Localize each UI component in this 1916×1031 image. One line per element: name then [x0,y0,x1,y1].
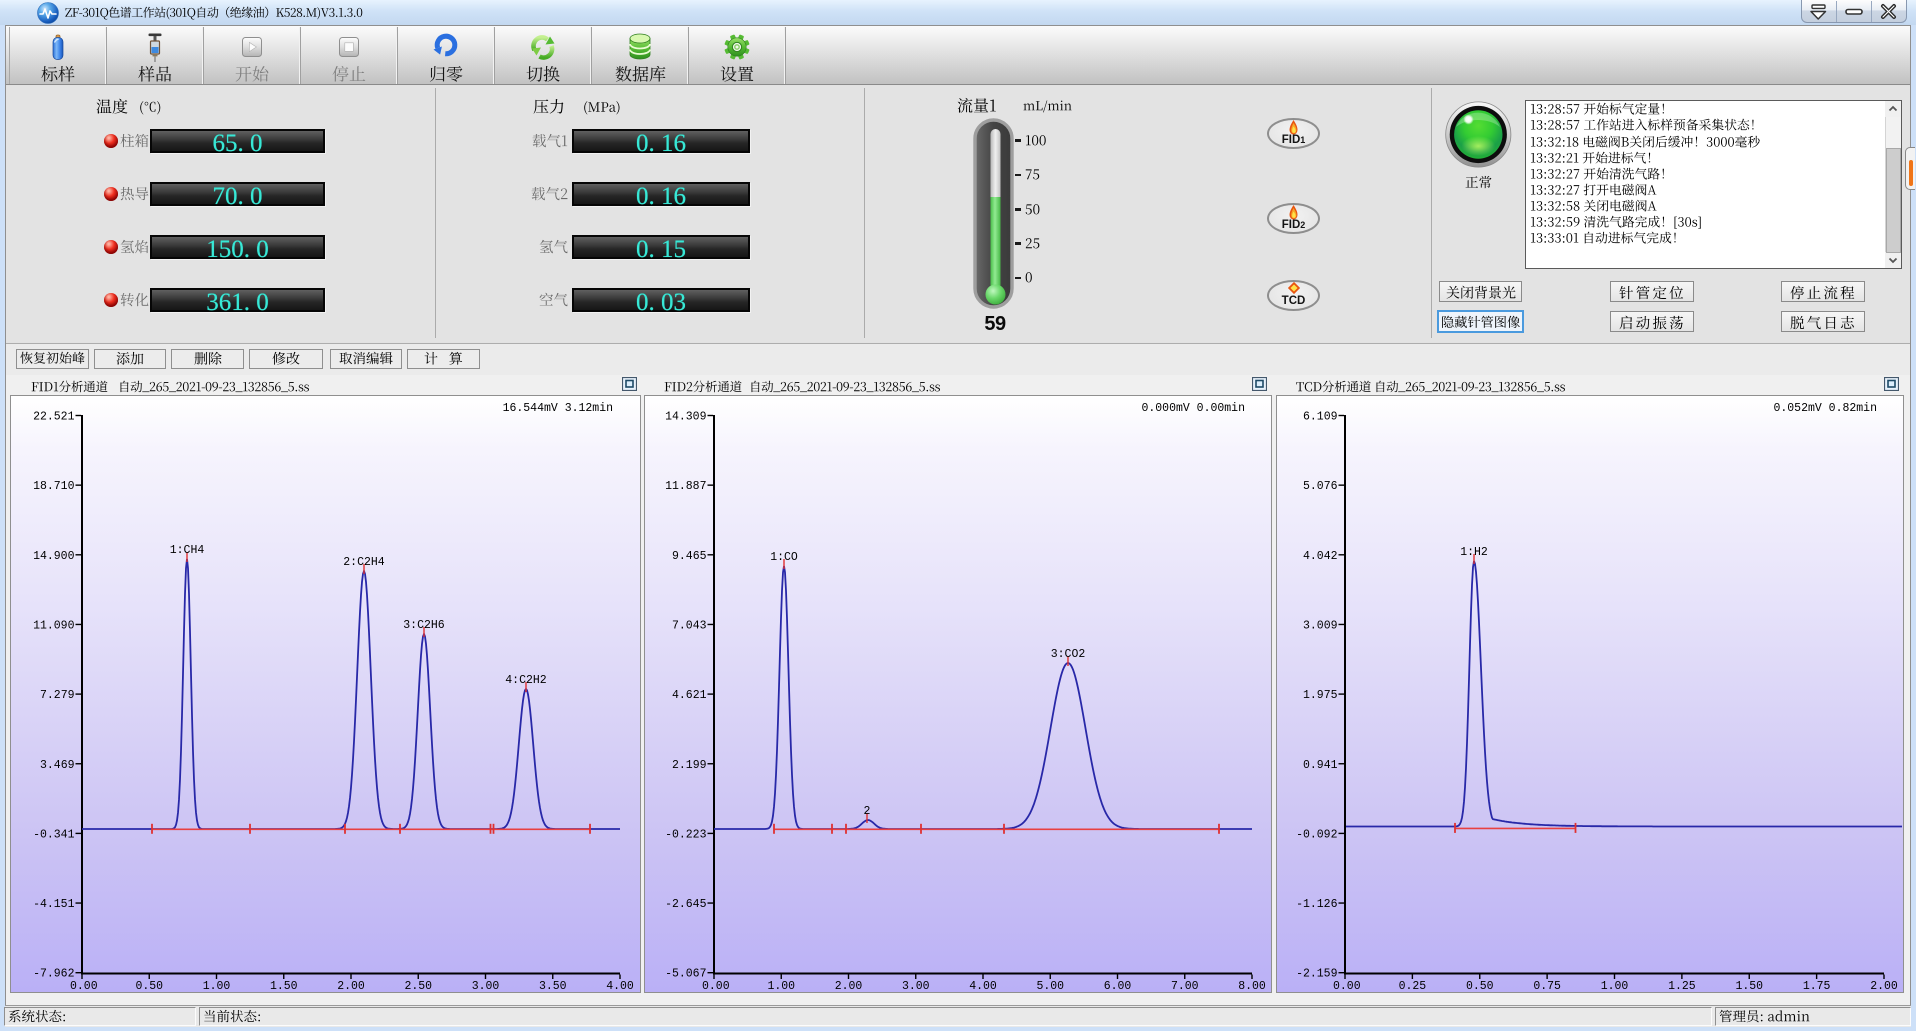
svg-text:2: 2 [864,805,871,818]
svg-text:3.50: 3.50 [539,980,567,993]
svg-text:7.279: 7.279 [40,689,75,702]
svg-text:5.00: 5.00 [1036,980,1064,993]
svg-text:1:CH4: 1:CH4 [170,544,205,557]
svg-text:3:CO2: 3:CO2 [1051,648,1086,661]
svg-text:16.544mV 3.12min: 16.544mV 3.12min [503,402,613,415]
svg-text:6.00: 6.00 [1104,980,1132,993]
svg-text:6.109: 6.109 [1303,411,1338,424]
svg-text:2.00: 2.00 [337,980,365,993]
svg-text:1.00: 1.00 [1601,980,1629,993]
svg-text:-1.126: -1.126 [1296,898,1338,911]
svg-text:22.521: 22.521 [33,411,75,424]
svg-text:-2.645: -2.645 [665,898,707,911]
svg-text:0.941: 0.941 [1303,759,1338,772]
svg-text:0.00: 0.00 [1333,980,1361,993]
svg-text:3.00: 3.00 [472,980,500,993]
svg-text:3:C2H6: 3:C2H6 [403,619,445,632]
svg-text:-2.159: -2.159 [1296,968,1338,981]
svg-text:4.042: 4.042 [1303,550,1338,563]
svg-text:2:C2H4: 2:C2H4 [343,556,385,569]
svg-text:1.975: 1.975 [1303,689,1338,702]
svg-text:0.052mV 0.82min: 0.052mV 0.82min [1773,402,1877,415]
svg-text:5.076: 5.076 [1303,480,1338,493]
svg-text:0.00: 0.00 [702,980,730,993]
svg-text:1.00: 1.00 [767,980,795,993]
svg-text:1.75: 1.75 [1803,980,1831,993]
svg-text:2.00: 2.00 [835,980,863,993]
svg-text:3.009: 3.009 [1303,619,1338,632]
svg-text:7.00: 7.00 [1171,980,1199,993]
svg-text:0.50: 0.50 [135,980,163,993]
svg-text:-0.341: -0.341 [33,828,75,841]
svg-text:11.090: 11.090 [33,619,75,632]
svg-text:1:H2: 1:H2 [1460,546,1488,559]
svg-text:0.50: 0.50 [1466,980,1494,993]
svg-text:-5.067: -5.067 [665,968,706,981]
svg-text:-0.223: -0.223 [665,828,707,841]
svg-text:14.900: 14.900 [33,550,75,563]
svg-text:0.00: 0.00 [70,980,98,993]
svg-text:0.75: 0.75 [1533,980,1561,993]
svg-text:3.00: 3.00 [902,980,930,993]
svg-text:1.00: 1.00 [203,980,231,993]
svg-text:1:CO: 1:CO [770,551,798,564]
svg-text:11.887: 11.887 [665,480,706,493]
svg-text:-4.151: -4.151 [33,898,75,911]
svg-text:-0.092: -0.092 [1296,828,1338,841]
svg-text:2.50: 2.50 [404,980,432,993]
svg-text:1.50: 1.50 [1735,980,1763,993]
svg-text:4.00: 4.00 [969,980,997,993]
svg-text:0.25: 0.25 [1399,980,1427,993]
svg-text:4:C2H2: 4:C2H2 [505,674,547,687]
svg-text:14.309: 14.309 [665,411,707,424]
svg-text:-7.962: -7.962 [33,968,75,981]
svg-text:2.199: 2.199 [672,759,707,772]
svg-text:4.00: 4.00 [606,980,634,993]
svg-text:4.621: 4.621 [672,689,707,702]
svg-text:1.25: 1.25 [1668,980,1696,993]
svg-text:0.000mV 0.00min: 0.000mV 0.00min [1141,402,1245,415]
svg-text:9.465: 9.465 [672,550,707,563]
svg-text:2.00: 2.00 [1870,980,1898,993]
svg-text:8.00: 8.00 [1238,980,1266,993]
svg-text:1.50: 1.50 [270,980,298,993]
svg-text:3.469: 3.469 [40,759,75,772]
svg-text:18.710: 18.710 [33,480,75,493]
svg-text:7.043: 7.043 [672,619,707,632]
